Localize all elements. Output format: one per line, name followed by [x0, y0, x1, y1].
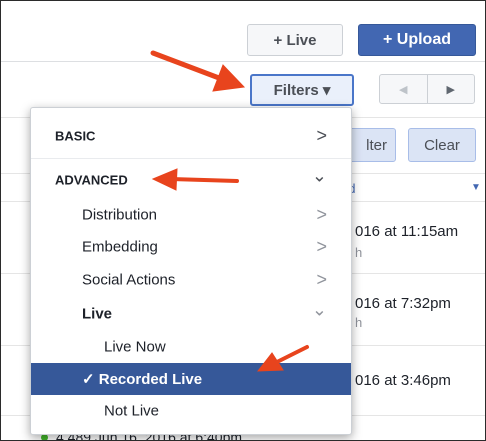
annotation-arrow-filters	[150, 50, 246, 92]
annotation-arrows	[150, 50, 309, 372]
screenshot-frame: + Live + Upload Filters ▾ ◀ ▶ lter Clear…	[0, 0, 486, 441]
annotation-arrow-advanced	[151, 168, 239, 191]
annotation-arrow-recorded-live	[256, 345, 309, 372]
